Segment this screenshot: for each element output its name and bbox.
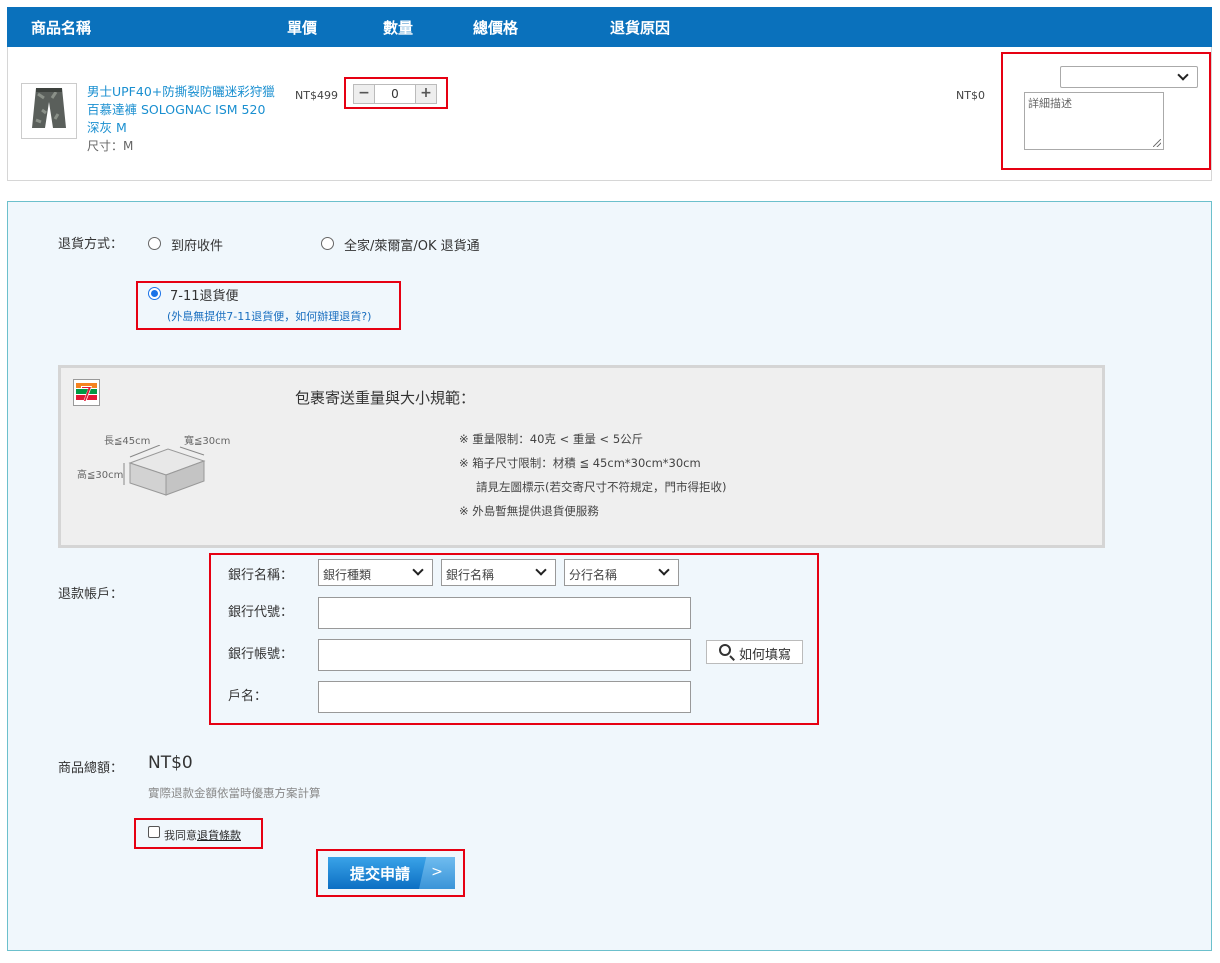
unit-price: NT$499 [295,89,338,102]
box-height-label: 高≦30cm [77,470,124,481]
agree-prefix: 我同意 [164,829,197,842]
return-reason-select[interactable] [1060,66,1198,88]
chevron-down-icon [412,564,424,576]
shorts-image-icon [32,88,66,128]
header-product-name: 商品名稱 [31,19,92,37]
bank-code-label: 銀行代號： [228,605,294,620]
refund-account-label: 退款帳戶： [58,587,124,602]
reason-description-placeholder: 詳細描述 [1028,97,1072,110]
submit-application-button[interactable]: 提交申請 > [328,857,455,889]
resize-grip-icon[interactable] [1153,139,1161,147]
agree-terms-text: 我同意退貨條款 [164,827,241,843]
account-number-label: 銀行帳號： [228,647,294,662]
chevron-down-icon [658,564,670,576]
radio-home-pickup[interactable] [148,237,161,250]
radio-family-mart-label[interactable]: 全家/萊爾富/OK 退貨通 [344,235,480,254]
radio-seven-eleven-label[interactable]: 7-11退貨便 [170,285,239,304]
return-method-label: 退貨方式： [58,237,124,252]
branch-name-value: 分行名稱 [569,568,618,582]
bank-name-value: 銀行名稱 [446,568,495,582]
product-name-link[interactable]: 男士UPF40+防撕裂防曬迷彩狩獵百慕達褲 SOLOGNAC ISM 520 深… [87,83,277,137]
total-amount-value: NT$0 [148,753,193,773]
product-size: 尺寸：M [87,139,134,153]
radio-home-pickup-label[interactable]: 到府收件 [171,235,223,254]
magnifier-icon [719,644,731,656]
seven-eleven-logo-graphic [76,383,97,402]
box-length-label: 長≦45cm [104,436,151,447]
chevron-down-icon [1177,69,1189,81]
header-quantity: 數量 [383,19,414,37]
quantity-input[interactable]: 0 [374,85,416,103]
rule-see-diagram: 請見左圖標示(若交寄尺寸不符規定，門市得拒收) [476,480,727,494]
bank-type-value: 銀行種類 [323,568,372,582]
agree-terms-checkbox[interactable] [148,826,160,838]
outlying-island-help-link[interactable]: (外島無提供7-11退貨便，如何辦理退貨?) [167,308,371,324]
branch-name-select[interactable]: 分行名稱 [564,559,679,586]
account-holder-label: 戶名： [228,689,268,704]
bank-name-select[interactable]: 銀行名稱 [441,559,556,586]
how-to-fill-button[interactable]: 如何填寫 [706,640,803,664]
bank-code-input[interactable] [318,597,691,629]
radio-family-mart[interactable] [321,237,334,250]
return-terms-link[interactable]: 退貨條款 [197,829,241,842]
arrow-right-icon: > [419,857,455,889]
quantity-decrease-button[interactable]: − [354,85,374,103]
rule-box-size: ※ 箱子尺寸限制：材積 ≦ 45cm*30cm*30cm [459,456,701,470]
radio-seven-eleven[interactable] [148,287,161,300]
rule-outlying-islands: ※ 外島暫無提供退貨便服務 [459,504,599,518]
rule-weight: ※ 重量限制：40克 < 重量 < 5公斤 [459,432,644,446]
account-number-input[interactable] [318,639,691,671]
bank-type-select[interactable]: 銀行種類 [318,559,433,586]
refund-amount-note: 實際退款金額依當時優惠方案計算 [148,786,321,800]
table-header: 商品名稱 單價 數量 總價格 退貨原因 [7,7,1212,47]
header-return-reason: 退貨原因 [610,19,671,37]
submit-button-label: 提交申請 [350,865,411,883]
box-width-label: 寬≦30cm [184,436,231,447]
quantity-increase-button[interactable]: + [416,85,436,103]
box-size-diagram-icon [123,445,206,496]
bank-name-label: 銀行名稱： [228,568,294,583]
shipping-spec-title: 包裹寄送重量與大小規範： [295,389,476,407]
account-holder-input[interactable] [318,681,691,713]
product-thumbnail[interactable] [21,83,77,139]
header-unit-price: 單價 [287,19,318,37]
seven-eleven-logo-icon [73,379,100,406]
how-to-fill-label: 如何填寫 [739,648,792,663]
row-total-price: NT$0 [956,89,985,102]
quantity-stepper: − 0 + [353,84,437,104]
total-amount-label: 商品總額： [58,761,124,776]
chevron-down-icon [535,564,547,576]
reason-description-textarea[interactable]: 詳細描述 [1024,92,1164,150]
header-total-price: 總價格 [473,19,519,37]
